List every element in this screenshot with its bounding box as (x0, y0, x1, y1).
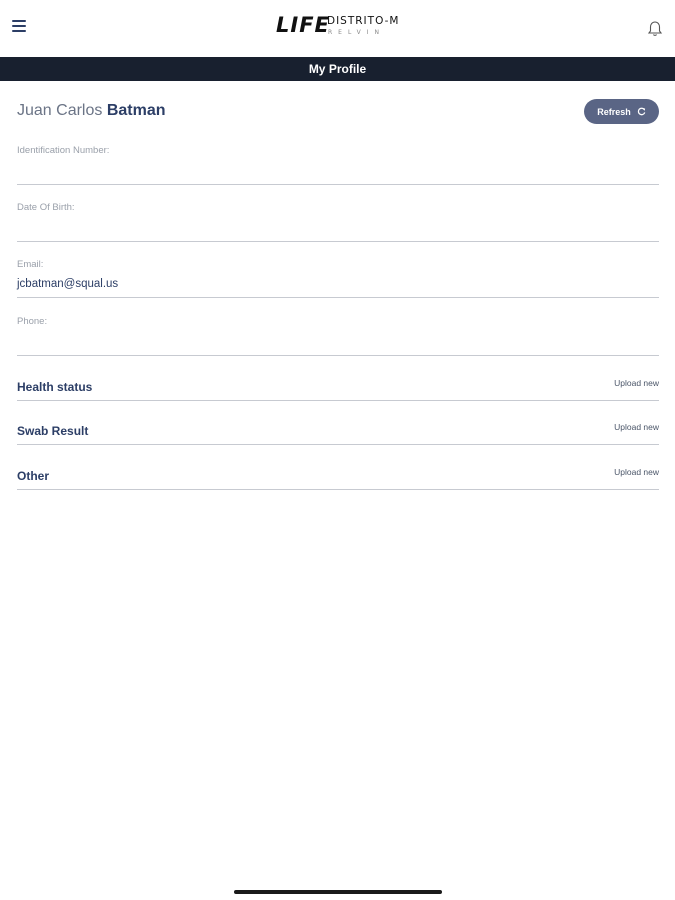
home-indicator (234, 890, 442, 894)
phone-label: Phone: (17, 316, 48, 327)
health-status-row: Health status Upload new (17, 370, 659, 401)
logo-distrito-text: DISTRITO-M (327, 15, 400, 27)
profile-name: Juan Carlos Batman (17, 102, 166, 120)
identification-number-field[interactable]: Identification Number: (17, 145, 659, 185)
date-of-birth-value (17, 225, 659, 239)
menu-icon[interactable] (12, 20, 26, 34)
page-title-bar: My Profile (0, 57, 675, 81)
refresh-button-label: Refresh (597, 106, 631, 117)
other-upload-link[interactable]: Upload new (614, 467, 659, 477)
app-logo: LIFE DISTRITO-M RELVIN (276, 12, 406, 42)
swab-result-upload-link[interactable]: Upload new (614, 422, 659, 432)
notification-bell-icon[interactable] (647, 20, 663, 38)
logo-life-text: LIFE (276, 13, 330, 37)
logo-sub-text: RELVIN (328, 29, 386, 36)
swab-result-row: Swab Result Upload new (17, 414, 659, 445)
other-title: Other (17, 469, 50, 483)
date-of-birth-label: Date Of Birth: (17, 202, 75, 213)
profile-screen: LIFE DISTRITO-M RELVIN My Profile Juan C… (0, 0, 675, 900)
profile-last-name: Batman (106, 102, 166, 119)
identification-number-label: Identification Number: (17, 145, 110, 156)
other-row: Other Upload new (17, 459, 659, 490)
email-value: jcbatman@squal.us (17, 278, 119, 290)
swab-result-title: Swab Result (17, 424, 89, 438)
identification-number-value (17, 168, 659, 182)
email-label: Email: (17, 259, 44, 270)
email-field[interactable]: Email: jcbatman@squal.us (17, 259, 659, 298)
phone-field[interactable]: Phone: (17, 316, 659, 356)
health-status-title: Health status (17, 380, 93, 394)
top-app-bar: LIFE DISTRITO-M RELVIN (0, 0, 675, 56)
health-status-upload-link[interactable]: Upload new (614, 378, 659, 388)
refresh-button[interactable]: Refresh (584, 99, 659, 124)
page-title: My Profile (308, 62, 367, 76)
refresh-icon (637, 107, 646, 116)
date-of-birth-field[interactable]: Date Of Birth: (17, 202, 659, 242)
profile-first-names: Juan Carlos (17, 102, 103, 119)
phone-value (17, 339, 659, 353)
